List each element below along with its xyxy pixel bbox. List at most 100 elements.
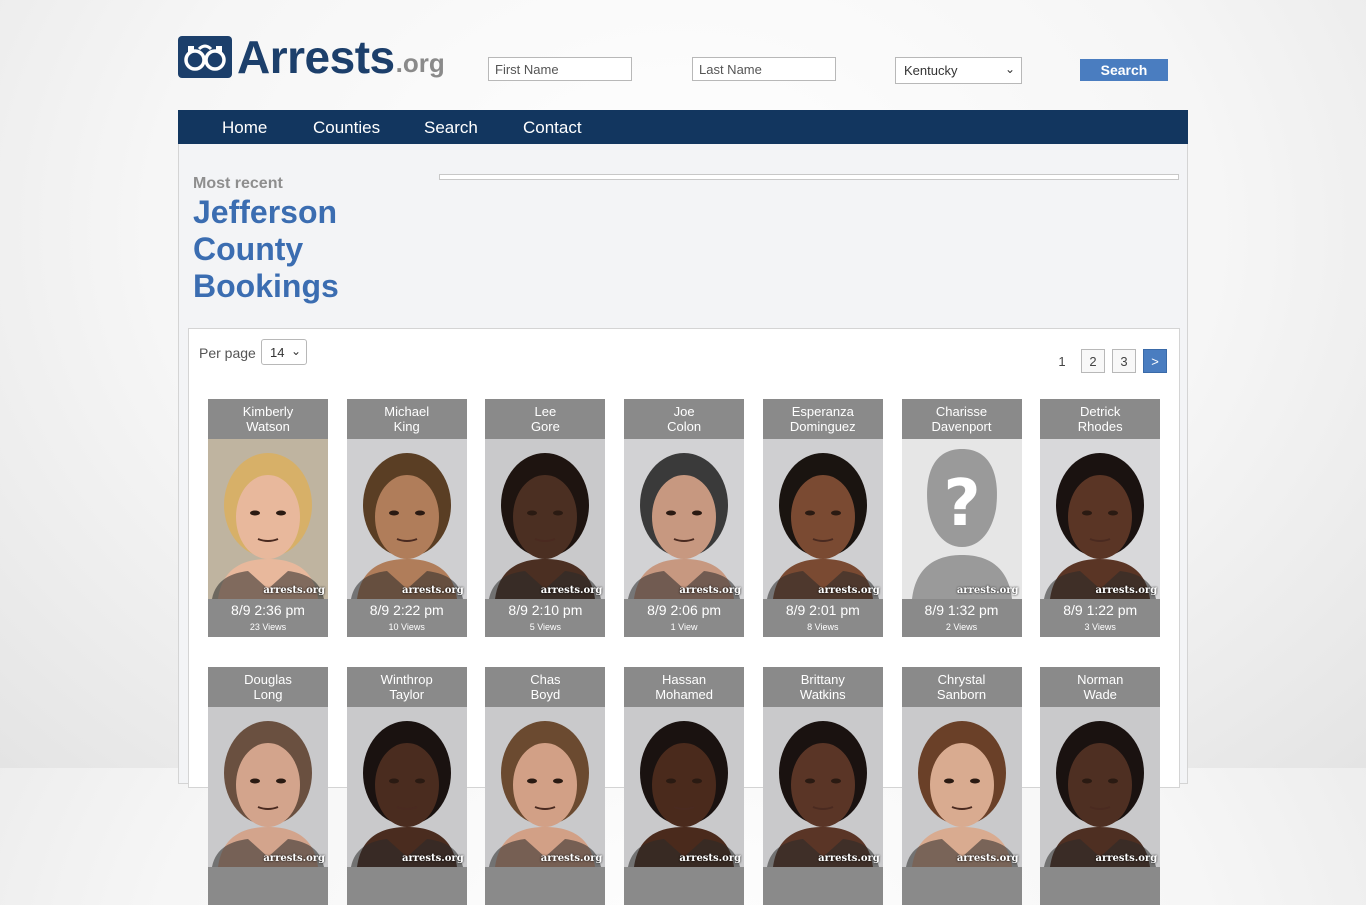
mugshot-photo[interactable]: arrests.org	[762, 439, 883, 599]
booking-card[interactable]: Brittany Watkins arrests.org	[762, 667, 883, 905]
nav-counties[interactable]: Counties	[313, 118, 380, 138]
watermark-label: arrests.org	[402, 585, 464, 596]
mugshot-photo[interactable]: arrests.org	[1040, 439, 1161, 599]
mugshot-photo[interactable]: arrests.org	[346, 707, 467, 867]
booking-name[interactable]: Brittany Watkins	[763, 667, 883, 707]
booking-card[interactable]: Joe Colon arrests.org 8/9 2:06 pm 1 View	[624, 399, 745, 637]
booking-first-name: Douglas	[244, 672, 292, 687]
mugshot-photo[interactable]: arrests.org	[624, 439, 745, 599]
watermark-label: arrests.org	[679, 585, 742, 596]
booking-last-name: Watson	[246, 419, 290, 434]
mugshot-photo[interactable]: arrests.org	[624, 707, 745, 867]
booking-first-name: Joe	[673, 404, 695, 419]
handcuffs-logo-icon	[178, 36, 232, 78]
watermark-label: arrests.org	[956, 853, 1019, 864]
mugshot-photo[interactable]: arrests.org	[485, 439, 606, 599]
booking-views: 10 Views	[388, 622, 425, 632]
next-page-button[interactable]: >	[1143, 349, 1167, 373]
booking-name[interactable]: Joe Colon	[624, 399, 744, 439]
state-select[interactable]: Kentucky ⌄	[895, 57, 1022, 84]
first-name-input[interactable]	[488, 57, 632, 81]
booking-card[interactable]: Chas Boyd arrests.org	[485, 667, 606, 905]
booking-card[interactable]: Esperanza Dominguez arrests.org 8/9 2:01 pm…	[762, 399, 883, 637]
mugshot-photo[interactable]: arrests.org	[346, 439, 467, 599]
booking-name[interactable]: Norman Wade	[1040, 667, 1160, 707]
page-title: Jefferson County Bookings	[193, 194, 393, 305]
page-2-link[interactable]: 2	[1081, 349, 1105, 373]
booking-name[interactable]: Kimberly Watson	[208, 399, 328, 439]
mugshot-photo[interactable]: arrests.org	[901, 707, 1022, 867]
watermark-label: arrests.org	[1095, 585, 1158, 596]
search-button[interactable]: Search	[1080, 59, 1168, 81]
mugshot-photo[interactable]: arrests.org	[208, 707, 328, 867]
booking-first-name: Esperanza	[791, 404, 854, 419]
page-1-current: 1	[1058, 353, 1066, 369]
watermark-label: arrests.org	[263, 585, 325, 596]
booking-card[interactable]: Chrystal Sanborn arrests.org	[901, 667, 1022, 905]
booking-first-name: Charisse	[935, 404, 988, 419]
nav-search[interactable]: Search	[424, 118, 478, 138]
booking-last-name: Taylor	[389, 687, 425, 702]
site-logo[interactable]: Arrests .org	[178, 34, 445, 80]
booking-card[interactable]: Norman Wade arrests.org	[1040, 667, 1161, 905]
booking-last-name: Colon	[667, 419, 702, 434]
watermark-label: arrests.org	[402, 853, 464, 864]
booking-views: 2 Views	[945, 622, 978, 632]
page-3-link[interactable]: 3	[1112, 349, 1136, 373]
booking-name[interactable]: Winthrop Taylor	[347, 667, 467, 707]
booking-name[interactable]: Douglas Long	[208, 667, 328, 707]
watermark-label: arrests.org	[540, 853, 603, 864]
booking-card[interactable]: Michael King arrests.org 8/9 2:22 pm 10 View…	[346, 399, 467, 637]
last-name-input[interactable]	[692, 57, 836, 81]
booking-name[interactable]: Chas Boyd	[485, 667, 605, 707]
nav-contact[interactable]: Contact	[523, 118, 582, 138]
booking-first-name: Norman	[1077, 672, 1124, 687]
booking-time: 8/9 1:32 pm	[924, 602, 999, 618]
booking-card[interactable]: Douglas Long arrests.org	[208, 667, 328, 905]
booking-first-name: Chas	[530, 672, 561, 687]
ad-placeholder	[439, 174, 1179, 180]
mugshot-photo[interactable]: ? arrests.org	[901, 439, 1022, 599]
booking-last-name: Gore	[530, 419, 560, 434]
watermark-label: arrests.org	[956, 585, 1019, 596]
booking-card[interactable]: Kimberly Watson arrests.org 8/9 2:36 pm 23 V…	[208, 399, 328, 637]
per-page-label: Per page	[199, 345, 256, 361]
booking-name[interactable]: Hassan Mohamed	[624, 667, 744, 707]
mugshot-photo[interactable]: arrests.org	[208, 439, 328, 599]
mugshot-photo[interactable]: arrests.org	[762, 707, 883, 867]
watermark-label: arrests.org	[1095, 853, 1158, 864]
booking-card[interactable]: Winthrop Taylor arrests.org	[346, 667, 467, 905]
mugshot-photo[interactable]: arrests.org	[1040, 707, 1161, 867]
watermark-label: arrests.org	[679, 853, 742, 864]
booking-last-name: Sanborn	[936, 687, 987, 702]
booking-name[interactable]: Detrick Rhodes	[1040, 399, 1160, 439]
booking-name[interactable]: Charisse Davenport	[902, 399, 1022, 439]
page-title-line: Jefferson	[193, 194, 338, 230]
logo-tld: .org	[395, 48, 445, 78]
booking-last-name: Watkins	[799, 687, 846, 702]
chevron-down-icon: ⌄	[1004, 62, 1015, 76]
booking-card[interactable]: Detrick Rhodes arrests.org 8/9 1:22 pm 3 Vie…	[1040, 399, 1161, 637]
booking-last-name: Long	[253, 687, 283, 702]
booking-last-name: Dominguez	[789, 419, 856, 434]
booking-time: 8/9 2:36 pm	[231, 602, 305, 618]
main-nav: Home Counties Search Contact	[178, 110, 1188, 144]
booking-card[interactable]: Hassan Mohamed arrests.org	[624, 667, 745, 905]
per-page-select[interactable]: 14 ⌄	[261, 339, 307, 365]
booking-name[interactable]: Chrystal Sanborn	[902, 667, 1022, 707]
booking-views: 23 Views	[249, 622, 287, 632]
booking-first-name: Chrystal	[937, 672, 986, 687]
section-eyebrow: Most recent	[193, 175, 283, 192]
booking-name[interactable]: Lee Gore	[485, 399, 605, 439]
booking-card[interactable]: Charisse Davenport? arrests.org 8/9 1:32 pm…	[901, 399, 1022, 637]
mugshot-photo[interactable]: arrests.org	[485, 707, 606, 867]
booking-last-name: Wade	[1083, 687, 1117, 702]
bookings-panel: Per page 14 ⌄ 1 2 3 > Kimberly Watson arre…	[188, 328, 1180, 905]
nav-home[interactable]: Home	[222, 118, 267, 138]
watermark-label: arrests.org	[818, 585, 880, 596]
booking-last-name: Boyd	[530, 687, 561, 702]
booking-name[interactable]: Esperanza Dominguez	[763, 399, 883, 439]
per-page-value: 14	[270, 345, 285, 360]
booking-card[interactable]: Lee Gore arrests.org 8/9 2:10 pm 5 Views	[485, 399, 606, 637]
booking-name[interactable]: Michael King	[347, 399, 467, 439]
